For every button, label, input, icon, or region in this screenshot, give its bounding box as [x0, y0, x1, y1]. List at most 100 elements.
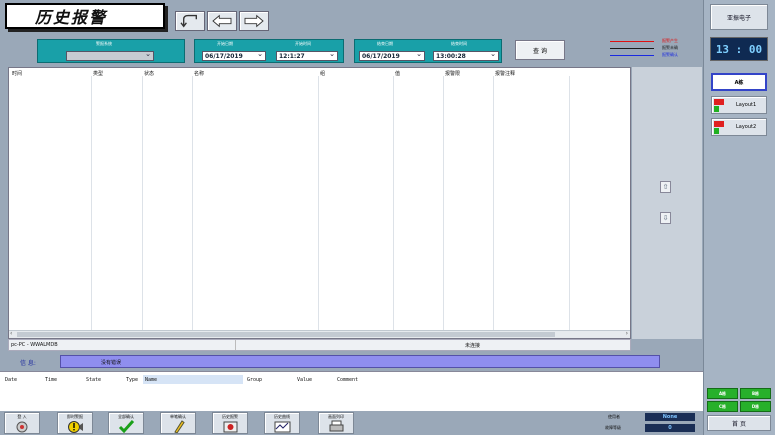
- column-header-type[interactable]: 类型: [93, 70, 103, 77]
- login-button[interactable]: 登 入: [4, 412, 40, 434]
- horizontal-scrollbar[interactable]: ‹ ›: [9, 330, 630, 338]
- query-button[interactable]: 查 询: [515, 40, 565, 60]
- legend-item-unacked: 报警未确: [610, 45, 702, 51]
- alarm-group-label: 警报系统: [96, 41, 112, 46]
- print-screen-button[interactable]: 画面列印: [318, 412, 354, 434]
- legend-item-raised: 报警产生: [610, 38, 702, 44]
- column-divider: [192, 76, 193, 332]
- column-divider: [493, 76, 494, 332]
- legend-label: 报警确认: [662, 52, 678, 57]
- info-label: 信 息:: [20, 360, 36, 367]
- arrow-right-icon: [244, 14, 264, 28]
- realtime-alarm-button[interactable]: 即时警报: [57, 412, 93, 434]
- end-time-label: 结束时间: [451, 41, 467, 46]
- event-header-date[interactable]: Date: [5, 377, 17, 383]
- layout-label: Layout2: [736, 124, 757, 130]
- block-c-button[interactable]: C栋: [707, 401, 738, 412]
- start-time-select[interactable]: 12:1:27: [276, 51, 338, 61]
- arrow-left-icon: [212, 14, 232, 28]
- event-header-time[interactable]: Time: [45, 377, 57, 383]
- ack-all-button[interactable]: 全部确认: [108, 412, 144, 434]
- event-header-state[interactable]: State: [86, 377, 101, 383]
- status-light-icon: [714, 99, 724, 112]
- arrow-up-icon: ⇧: [662, 183, 669, 191]
- next-page-button[interactable]: [239, 11, 269, 31]
- return-arrow-icon: [180, 14, 197, 28]
- user-value: None: [645, 413, 695, 421]
- column-divider: [393, 76, 394, 332]
- status-divider: [235, 340, 236, 350]
- alarm-group-panel: 警报系统: [37, 39, 185, 63]
- right-nav-panel: [703, 0, 775, 435]
- column-divider: [318, 76, 319, 332]
- ack-single-button[interactable]: 单笔确认: [160, 412, 196, 434]
- history-trend-button[interactable]: 历史曲线: [264, 412, 300, 434]
- block-a-button[interactable]: A栋: [707, 388, 738, 399]
- end-time-select[interactable]: 13:00:28: [433, 51, 499, 61]
- history-icon: [223, 421, 238, 433]
- layout1-button[interactable]: Layout1: [711, 96, 767, 114]
- start-date-select[interactable]: 06/17/2019: [202, 51, 266, 61]
- fault-level-value: 0: [645, 424, 695, 432]
- column-header-name[interactable]: 名称: [194, 70, 204, 77]
- event-header-value[interactable]: Value: [297, 377, 312, 383]
- history-alarm-button[interactable]: 历史报警: [212, 412, 248, 434]
- end-date-label: 结束日期: [377, 41, 393, 46]
- legend-label: 报警未确: [662, 45, 678, 50]
- event-list[interactable]: Date Time State Type Name Group Value Co…: [0, 371, 703, 411]
- event-header-group[interactable]: Group: [247, 377, 262, 383]
- table-status-bar: pc-PC - WWALMDB 未连接: [8, 339, 631, 351]
- alarm-history-table[interactable]: 时间 类型 状态 名称 组 值 报警限 报警注释 ‹ ›: [8, 67, 631, 339]
- event-header-type[interactable]: Type: [126, 377, 138, 383]
- column-header-group[interactable]: 组: [320, 70, 325, 77]
- trend-icon: [274, 421, 291, 433]
- column-divider: [569, 76, 570, 332]
- scrollbar-thumb[interactable]: [17, 332, 555, 337]
- column-divider: [142, 76, 143, 332]
- legend-line: [610, 40, 654, 42]
- alarm-group-select[interactable]: [66, 51, 154, 61]
- alarm-bell-icon: [68, 421, 83, 433]
- column-divider: [443, 76, 444, 332]
- printer-icon: [329, 420, 344, 432]
- column-header-time[interactable]: 时间: [12, 70, 22, 77]
- scroll-down-button[interactable]: ⇩: [660, 212, 671, 224]
- column-header-state[interactable]: 状态: [144, 70, 154, 77]
- legend-label: 报警产生: [662, 38, 678, 43]
- legend-item-acked: 报警确认: [610, 52, 702, 58]
- event-header-comment[interactable]: Comment: [337, 377, 358, 383]
- status-light-icon: [714, 121, 724, 134]
- fault-level-label: 故障等级: [605, 425, 621, 430]
- column-header-limit[interactable]: 报警限: [445, 70, 460, 77]
- back-button[interactable]: [175, 11, 205, 31]
- column-header-comment[interactable]: 报警注释: [495, 70, 515, 77]
- scroll-up-button[interactable]: ⇧: [660, 181, 671, 193]
- start-date-label: 开始日期: [217, 41, 233, 46]
- check-icon: [118, 420, 135, 433]
- column-divider: [91, 76, 92, 332]
- user-label: 使用者: [608, 414, 620, 419]
- block-d-button[interactable]: D栋: [740, 401, 771, 412]
- status-connection: 未连接: [465, 343, 481, 349]
- start-time-label: 开始时间: [295, 41, 311, 46]
- column-header-value[interactable]: 值: [395, 70, 400, 77]
- pencil-icon: [174, 420, 185, 433]
- login-icon: [16, 421, 28, 433]
- layout2-button[interactable]: Layout2: [711, 118, 767, 136]
- end-datetime-panel: 结束日期 结束时间 06/17/2019 13:00:28: [354, 39, 502, 63]
- company-button[interactable]: 亚振电子: [710, 4, 768, 30]
- prev-page-button[interactable]: [207, 11, 237, 31]
- scroll-left-icon[interactable]: ‹: [10, 330, 12, 337]
- clock-display: 13 : 00: [710, 37, 768, 61]
- block-b-button[interactable]: B栋: [740, 388, 771, 399]
- table-side-panel: ⇧ ⇩: [632, 67, 702, 339]
- arrow-down-icon: ⇩: [662, 214, 669, 222]
- legend-line: [610, 47, 654, 49]
- building-a-tab[interactable]: A栋: [711, 73, 767, 91]
- status-node: pc-PC - WWALMDB: [11, 342, 58, 348]
- home-button[interactable]: 首 页: [707, 415, 771, 431]
- scroll-right-icon[interactable]: ›: [626, 330, 628, 337]
- event-header-name[interactable]: Name: [143, 375, 243, 384]
- start-datetime-panel: 开始日期 开始时间 06/17/2019 12:1:27: [194, 39, 344, 63]
- end-date-select[interactable]: 06/17/2019: [359, 51, 425, 61]
